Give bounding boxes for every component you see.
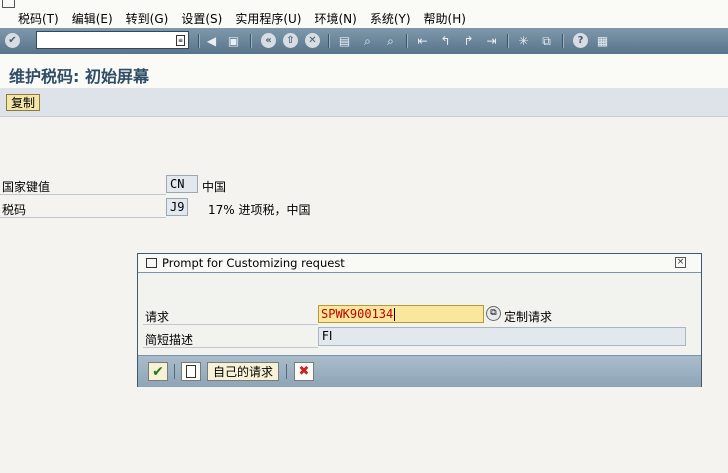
short-description-field[interactable]: FI: [318, 327, 686, 346]
request-details-icon[interactable]: ⧉: [486, 306, 501, 321]
history-icon[interactable]: ≡: [176, 35, 185, 46]
row-divider: [143, 324, 318, 325]
layout-icon[interactable]: ▦: [594, 32, 611, 49]
previous-icon[interactable]: «: [261, 33, 276, 48]
menu-utilities[interactable]: 实用程序(U): [235, 10, 301, 27]
dialog-window-icon: [146, 258, 157, 268]
back-icon[interactable]: ◀: [203, 32, 220, 49]
menu-help[interactable]: 帮助(H): [424, 10, 466, 27]
menu-edit[interactable]: 编辑(E): [72, 10, 113, 27]
row-divider: [0, 217, 166, 218]
save-icon[interactable]: ▣: [225, 32, 242, 49]
last-page-icon[interactable]: ⇥: [483, 32, 500, 49]
application-toolbar: 复制: [0, 88, 728, 117]
tax-code-field[interactable]: J9: [166, 198, 188, 216]
country-key-field[interactable]: CN: [166, 175, 198, 193]
new-session-icon[interactable]: ✳: [515, 32, 532, 49]
help-icon[interactable]: ?: [573, 33, 588, 48]
next-page-icon[interactable]: ↱: [460, 32, 477, 49]
request-input[interactable]: SPWK900134: [318, 305, 484, 323]
find-icon[interactable]: ⌕: [359, 32, 376, 49]
customizing-request-dialog: Prompt for Customizing request × 请求 SPWK…: [137, 253, 702, 387]
menu-tax-code[interactable]: 税码(T): [18, 10, 59, 27]
own-requests-button[interactable]: 自己的请求: [207, 362, 279, 381]
tax-code-label: 税码: [2, 203, 27, 217]
find-next-icon[interactable]: ⌕: [382, 32, 399, 49]
create-request-button[interactable]: [181, 362, 201, 381]
own-requests-label: 自己的请求: [212, 365, 273, 379]
standard-toolbar: ✔ ≡ ◀ ▣ « ⇧ ✕ ▤ ⌕ ⌕ ⇤ ↰ ↱ ⇥ ✳ ⧉ ? ▦: [0, 28, 728, 54]
dialog-title: Prompt for Customizing request: [162, 256, 345, 270]
short-description-label: 简短描述: [145, 333, 194, 347]
menu-bar: 税码(T) 编辑(E) 转到(G) 设置(S) 实用程序(U) 环境(N) 系统…: [0, 0, 728, 29]
exit-icon[interactable]: ⇧: [283, 33, 298, 48]
enter-icon[interactable]: ✔: [5, 33, 20, 48]
new-document-icon: [186, 365, 196, 378]
dialog-title-bar: Prompt for Customizing request ×: [138, 254, 701, 273]
copy-button[interactable]: 复制: [6, 94, 41, 111]
system-menu-icon[interactable]: [2, 0, 15, 8]
text-cursor: [394, 308, 396, 321]
close-icon[interactable]: ×: [675, 257, 686, 268]
request-type: 定制请求: [504, 310, 553, 324]
country-description: 中国: [202, 180, 227, 194]
page-title: 维护税码: 初始屏幕: [9, 67, 149, 86]
request-value: SPWK900134: [321, 307, 394, 321]
row-divider: [143, 347, 318, 348]
short-description-value: FI: [322, 329, 333, 343]
title-bar: 维护税码: 初始屏幕: [0, 54, 728, 88]
confirm-button[interactable]: ✔: [148, 362, 168, 381]
request-label: 请求: [145, 310, 170, 324]
row-divider: [0, 194, 166, 195]
command-input[interactable]: [40, 33, 170, 47]
menu-list: 税码(T) 编辑(E) 转到(G) 设置(S) 实用程序(U) 环境(N) 系统…: [18, 10, 479, 27]
previous-page-icon[interactable]: ↰: [437, 32, 454, 49]
country-key-label: 国家键值: [2, 180, 51, 194]
dialog-button-bar: ✔ 自己的请求 ✖: [138, 355, 701, 387]
menu-settings[interactable]: 设置(S): [181, 10, 222, 27]
menu-goto[interactable]: 转到(G): [126, 10, 169, 27]
tax-code-description: 17% 进项税，中国: [208, 203, 311, 217]
first-page-icon[interactable]: ⇤: [414, 32, 431, 49]
menu-system[interactable]: 系统(Y): [370, 10, 411, 27]
menu-environment[interactable]: 环境(N): [314, 10, 356, 27]
print-icon[interactable]: ▤: [336, 32, 353, 49]
checkmark-icon: ✔: [152, 363, 164, 380]
cancel-x-icon: ✖: [298, 364, 310, 379]
cancel-icon[interactable]: ✕: [305, 33, 320, 48]
cancel-button[interactable]: ✖: [294, 362, 314, 381]
shortcut-icon[interactable]: ⧉: [538, 32, 555, 49]
command-field[interactable]: ≡: [36, 31, 189, 49]
